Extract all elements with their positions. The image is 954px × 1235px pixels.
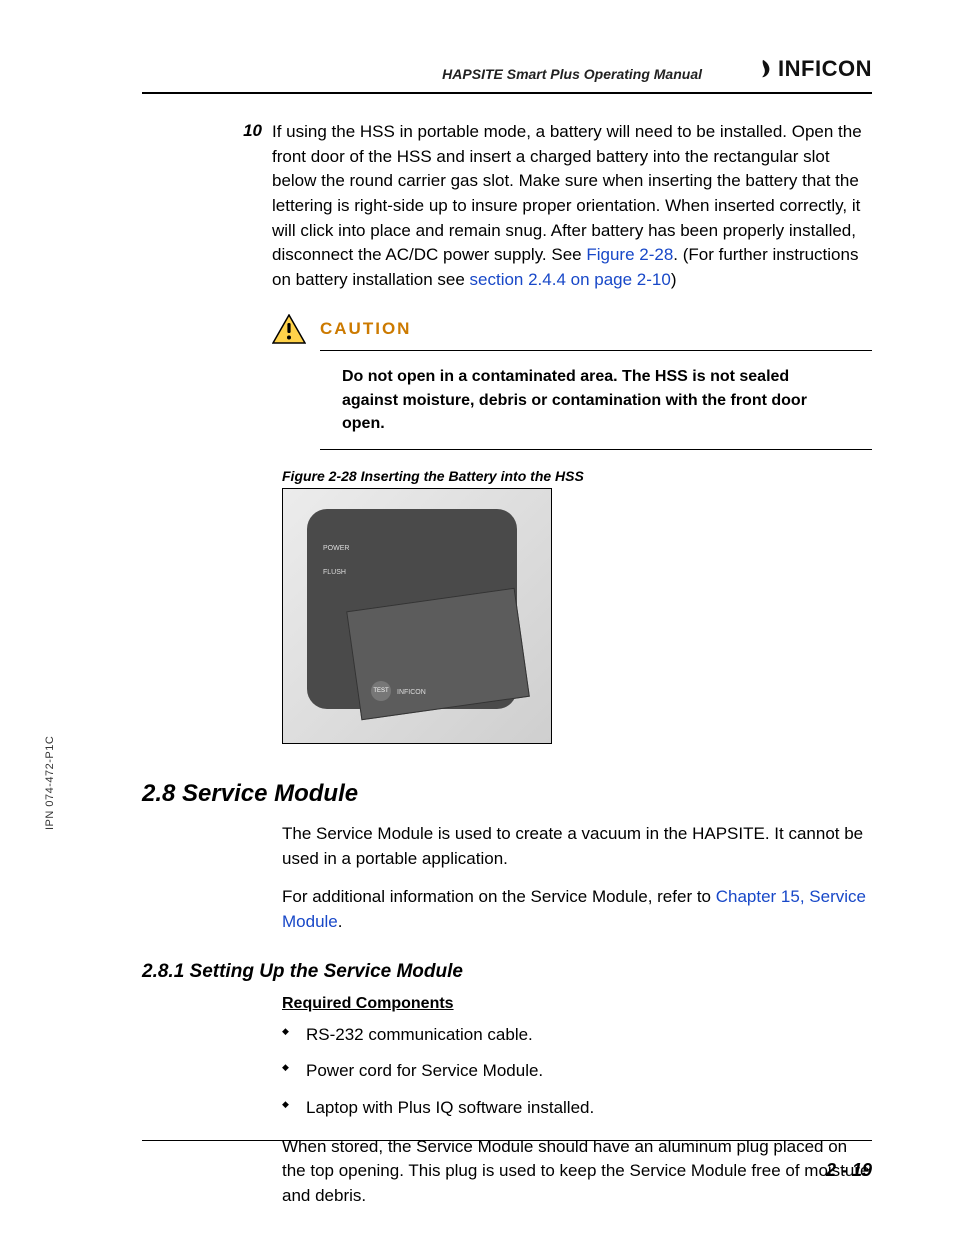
caution-icon [272,314,306,344]
figure-2-28-link[interactable]: Figure 2-28 [586,245,673,264]
caution-title: CAUTION [320,319,411,339]
doc-title: HAPSITE Smart Plus Operating Manual [442,66,702,82]
step-number: 10 [222,120,272,292]
footer-rule [142,1140,872,1141]
heading-2-8-1: 2.8.1 Setting Up the Service Module [142,961,872,983]
page-header: HAPSITE Smart Plus Operating Manual INFI… [142,56,872,92]
section-2-4-4-link[interactable]: section 2.4.4 on page 2-10 [470,270,671,289]
section-2-8-1-p-after: When stored, the Service Module should h… [282,1135,872,1209]
step-10: 10 If using the HSS in portable mode, a … [82,120,872,292]
figure-label-power: POWER [323,545,349,552]
caution-body: Do not open in a contaminated area. The … [342,365,822,435]
figure-brand-small: INFICON [397,689,426,696]
components-list: RS-232 communication cable. Power cord f… [282,1023,872,1121]
required-components-subhead: Required Components [282,995,872,1013]
figure-caption: Figure 2-28 Inserting the Battery into t… [282,468,872,484]
caution-block: CAUTION Do not open in a contaminated ar… [272,314,872,450]
section-2-8-p1: The Service Module is used to create a v… [282,822,872,871]
list-item: Power cord for Service Module. [282,1059,872,1084]
section-2-8-p2-post: . [338,912,343,931]
figure-label-flush: FLUSH [323,569,346,576]
caution-rule-bottom [320,449,872,450]
step-body: If using the HSS in portable mode, a bat… [272,120,872,292]
section-2-8-p2-pre: For additional information on the Servic… [282,887,716,906]
step-text-post: ) [671,270,677,289]
figure-badge-test: TEST [371,681,391,701]
header-rule [142,92,872,94]
brand-icon [752,58,774,80]
list-item: RS-232 communication cable. [282,1023,872,1048]
list-item: Laptop with Plus IQ software installed. [282,1096,872,1121]
page-number: 2 - 19 [826,1160,872,1181]
section-2-8-p2: For additional information on the Servic… [282,885,872,934]
heading-2-8: 2.8 Service Module [142,780,872,808]
caution-rule-top [320,350,872,351]
side-ipn-text: IPN 074-472-P1C [44,736,56,830]
brand-logo: INFICON [752,56,872,82]
step-text-pre: If using the HSS in portable mode, a bat… [272,122,862,264]
figure-2-28-image: POWER FLUSH TEST INFICON [282,488,552,744]
brand-text: INFICON [778,56,872,82]
